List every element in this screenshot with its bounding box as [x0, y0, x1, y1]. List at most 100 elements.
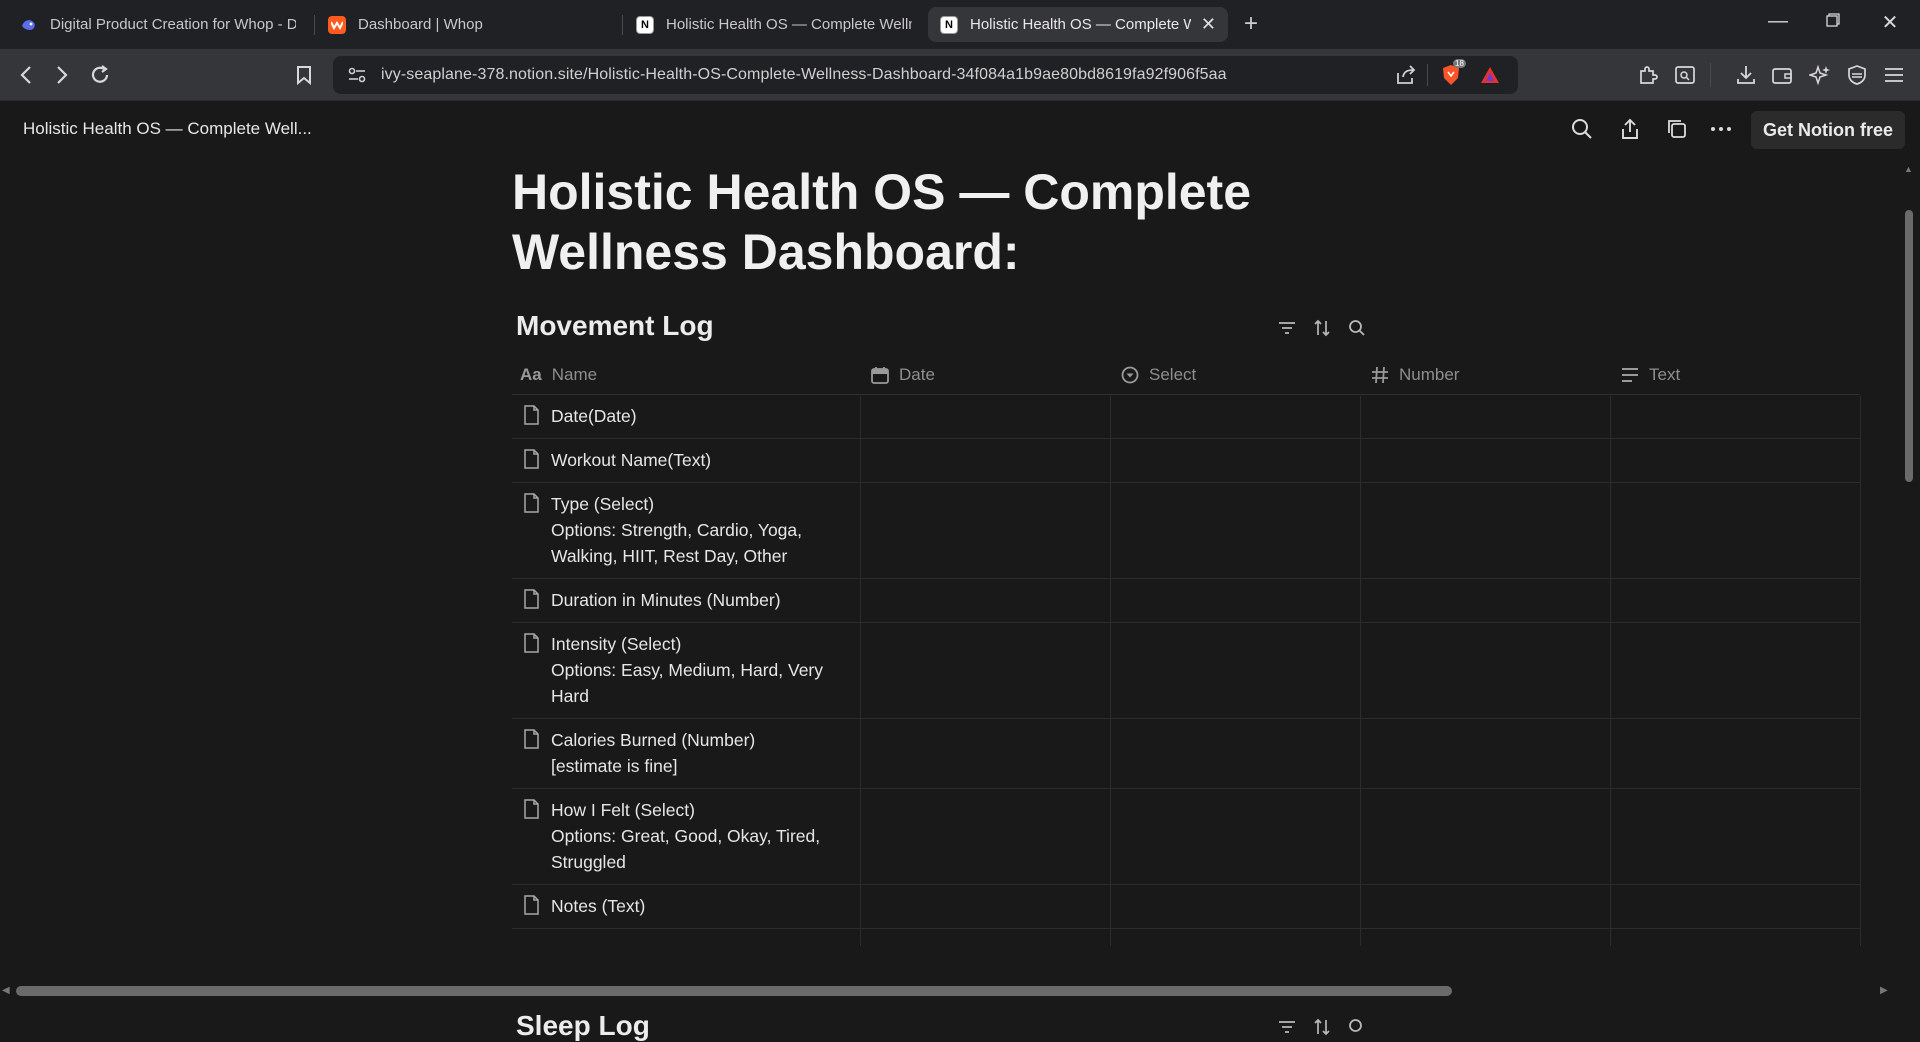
- tab-claude[interactable]: Digital Product Creation for Whop - D: [8, 7, 308, 42]
- row-detail-line: Options: Strength, Cardio, Yoga,: [551, 520, 802, 540]
- table-row[interactable]: Date(Date): [512, 395, 1860, 439]
- leo-ai-icon[interactable]: [1806, 61, 1834, 89]
- back-icon[interactable]: [12, 61, 40, 89]
- row-title: Intensity (Select): [551, 634, 682, 654]
- column-header-select[interactable]: Select: [1121, 355, 1196, 395]
- row-detail-line: Walking, HIIT, Rest Day, Other: [551, 546, 788, 566]
- column-label: Number: [1399, 365, 1460, 384]
- row-name-cell[interactable]: Notes (Text): [512, 885, 860, 928]
- table-row[interactable]: Workout Name(Text): [512, 439, 1860, 483]
- sort-icon[interactable]: [1310, 1015, 1334, 1039]
- tab-whop[interactable]: Dashboard | Whop: [316, 7, 616, 42]
- page-icon: [523, 633, 540, 660]
- lines-icon: [1621, 367, 1639, 383]
- table-row[interactable]: How I Felt (Select) Options: Great, Good,…: [512, 789, 1860, 885]
- address-bar[interactable]: ivy-seaplane-378.notion.site/Holistic-He…: [333, 56, 1518, 94]
- filter-icon[interactable]: [1275, 1015, 1299, 1039]
- table-row[interactable]: Duration in Minutes (Number): [512, 579, 1860, 623]
- table-row[interactable]: Intensity (Select) Options: Easy, Medium,…: [512, 623, 1860, 719]
- forward-icon[interactable]: [48, 61, 76, 89]
- row-name-cell[interactable]: Type (Select) Options: Strength, Cardio, …: [512, 483, 860, 578]
- row-name-cell[interactable]: Duration in Minutes (Number): [512, 579, 860, 622]
- column-header-text[interactable]: Text: [1621, 355, 1680, 395]
- row-detail-line: Struggled: [551, 852, 626, 872]
- reload-icon[interactable]: [86, 61, 114, 89]
- wallet-icon[interactable]: [1768, 61, 1796, 89]
- new-tab-button[interactable]: +: [1244, 10, 1258, 38]
- sleep-log-title[interactable]: Sleep Log: [516, 1010, 650, 1042]
- tab-notion-1[interactable]: N Holistic Health OS — Complete Welln: [624, 7, 924, 42]
- movement-log-table: Aa Name Date Select Number Text Date(Dat…: [512, 355, 1860, 929]
- page-icon: [523, 493, 540, 520]
- search-icon[interactable]: [1568, 115, 1596, 143]
- vpn-shield-icon[interactable]: [1843, 61, 1871, 89]
- column-header-number[interactable]: Number: [1371, 355, 1459, 395]
- row-name-cell[interactable]: Date(Date): [512, 395, 860, 438]
- row-title: Type (Select): [551, 494, 655, 514]
- database-search-icon[interactable]: [1345, 1015, 1369, 1039]
- column-divider: [1110, 396, 1111, 946]
- claude-icon: [20, 16, 38, 34]
- table-row[interactable]: Calories Burned (Number) [estimate is fin…: [512, 719, 1860, 789]
- breadcrumb[interactable]: Holistic Health OS — Complete Well...: [23, 119, 312, 139]
- row-detail-line: Hard: [551, 686, 589, 706]
- table-row[interactable]: Type (Select) Options: Strength, Cardio, …: [512, 483, 1860, 579]
- text-aa-icon: Aa: [520, 365, 542, 384]
- filter-icon[interactable]: [1275, 316, 1299, 340]
- extensions-icon[interactable]: [1634, 61, 1662, 89]
- brave-rewards-icon[interactable]: [1476, 61, 1504, 89]
- close-window-icon[interactable]: ✕: [1870, 10, 1910, 35]
- row-name-cell[interactable]: Workout Name(Text): [512, 439, 860, 482]
- scroll-up-arrow-icon[interactable]: ▲: [1904, 164, 1913, 174]
- notion-icon: N: [636, 15, 654, 34]
- get-notion-free-button[interactable]: Get Notion free: [1751, 111, 1906, 149]
- reader-mode-icon[interactable]: [1671, 61, 1699, 89]
- download-icon[interactable]: [1732, 61, 1760, 89]
- table-row[interactable]: Notes (Text): [512, 885, 1860, 929]
- page-icon: [523, 589, 540, 616]
- column-divider: [1360, 396, 1361, 946]
- close-tab-icon[interactable]: ✕: [1201, 14, 1216, 35]
- column-header-name[interactable]: Aa Name: [520, 355, 597, 395]
- table-body: Date(Date) Workout Name(Text) Type (Select…: [512, 395, 1860, 929]
- page-icon: [523, 799, 540, 826]
- database-search-icon[interactable]: [1345, 316, 1369, 340]
- sort-icon[interactable]: [1310, 316, 1334, 340]
- more-options-icon[interactable]: [1707, 115, 1735, 143]
- select-icon: [1121, 366, 1139, 384]
- tab-separator: [622, 15, 623, 35]
- column-divider: [1610, 396, 1611, 946]
- column-header-date[interactable]: Date: [871, 355, 935, 395]
- vertical-scrollbar[interactable]: [1905, 210, 1913, 482]
- tab-notion-active[interactable]: N Holistic Health OS — Complete W ✕: [928, 7, 1228, 42]
- site-settings-icon[interactable]: [343, 61, 371, 89]
- row-title: Notes (Text): [551, 896, 646, 916]
- row-detail-line: Options: Easy, Medium, Hard, Very: [551, 660, 824, 680]
- duplicate-icon[interactable]: [1663, 115, 1691, 143]
- share-page-icon[interactable]: [1392, 61, 1420, 89]
- row-name-cell[interactable]: Calories Burned (Number) [estimate is fin…: [512, 719, 860, 788]
- menu-icon[interactable]: [1880, 61, 1908, 89]
- scroll-right-arrow-icon[interactable]: ▶: [1880, 985, 1888, 996]
- brave-shields-icon[interactable]: 18: [1437, 59, 1466, 89]
- tab-separator: [314, 15, 315, 35]
- page-title: Holistic Health OS — Complete Wellness D…: [512, 164, 1252, 280]
- tab-title: Digital Product Creation for Whop - D: [50, 16, 296, 33]
- share-icon[interactable]: [1616, 115, 1644, 143]
- row-name-cell[interactable]: How I Felt (Select) Options: Great, Good,…: [512, 789, 860, 884]
- minimize-icon[interactable]: —: [1758, 10, 1798, 33]
- page-icon: [523, 449, 540, 476]
- bookmark-icon[interactable]: [290, 61, 318, 89]
- row-title: Date(Date): [551, 406, 637, 426]
- column-label: Date: [899, 365, 935, 384]
- column-divider: [860, 396, 861, 946]
- restore-icon[interactable]: [1813, 10, 1853, 33]
- column-label: Text: [1649, 365, 1681, 384]
- shields-count-badge: 18: [1453, 59, 1466, 68]
- scroll-left-arrow-icon[interactable]: ◀: [2, 985, 10, 996]
- database-title[interactable]: Movement Log: [516, 310, 714, 342]
- whop-icon: [328, 15, 346, 34]
- horizontal-scrollbar[interactable]: [16, 986, 1452, 996]
- page-icon: [523, 729, 540, 756]
- row-name-cell[interactable]: Intensity (Select) Options: Easy, Medium,…: [512, 623, 860, 718]
